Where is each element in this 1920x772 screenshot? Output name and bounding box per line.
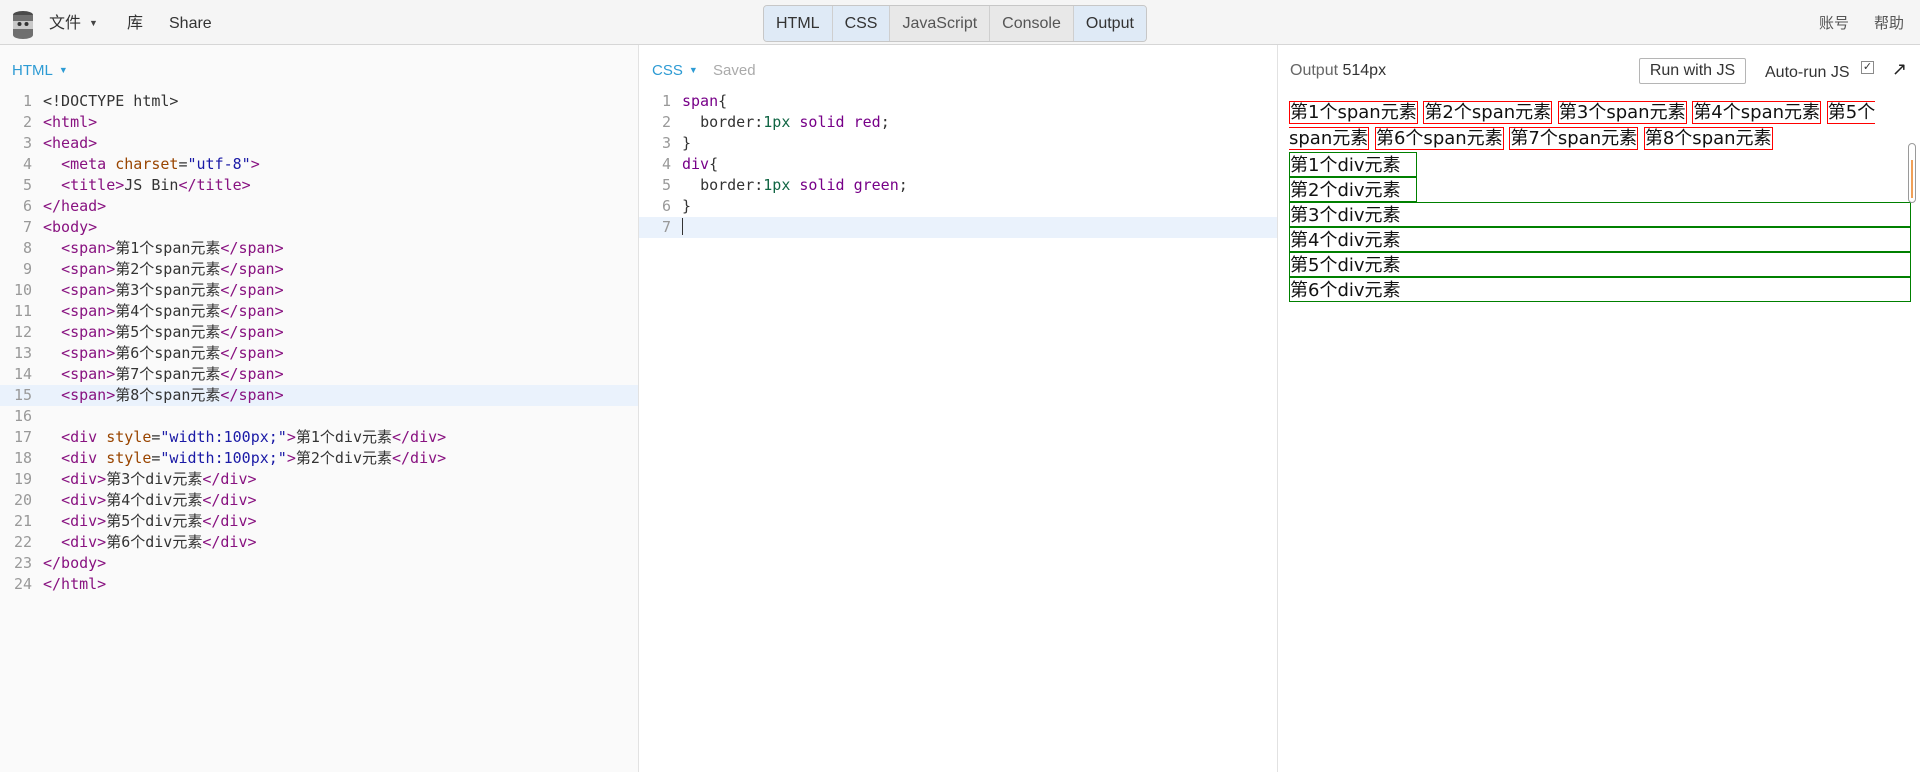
code-line: 4 div{	[661, 155, 719, 173]
autorun-checkbox[interactable]: ✓	[1861, 61, 1874, 74]
share-menu[interactable]: Share	[169, 0, 212, 45]
output-panel: Output 514px Run with JS Auto-run JS ✓ ↗…	[1278, 45, 1920, 772]
output-div: 第4个div元素	[1289, 227, 1911, 252]
html-panel-label[interactable]: HTML ▼	[12, 62, 68, 79]
output-frame: 第1个span元素 第2个span元素 第3个span元素 第4个span元素 …	[1289, 100, 1911, 772]
code-line: 3 <head>	[22, 134, 98, 152]
output-span: 第6个span元素	[1374, 127, 1504, 150]
jsbin-logo-icon[interactable]	[10, 9, 36, 39]
css-panel-label-text: CSS	[652, 62, 683, 79]
tab-css[interactable]: CSS	[832, 6, 891, 41]
code-line: 1 span{	[661, 92, 728, 110]
output-div: 第1个div元素	[1289, 152, 1417, 177]
code-line: 11 <span>第4个span元素</span>	[13, 302, 284, 320]
code-line: 18 <div style="width:100px;">第2个div元素</d…	[13, 449, 447, 467]
library-menu[interactable]: 库	[127, 0, 143, 45]
chevron-down-icon: ▼	[58, 65, 68, 75]
code-line: 7 <body>	[22, 218, 98, 236]
run-with-js-button[interactable]: Run with JS	[1639, 58, 1746, 84]
code-line: 17 <div style="width:100px;">第1个div元素</d…	[13, 428, 447, 446]
code-line: 2 <html>	[22, 113, 98, 131]
code-line: 6 </head>	[22, 197, 107, 215]
html-code-editor[interactable]: 1 <!DOCTYPE html> 2 <html> 3 <head> 4 <meta…	[0, 91, 638, 595]
html-editor-panel: HTML ▼ 1 <!DOCTYPE html> 2 <html> 3 <head> 4…	[0, 45, 639, 772]
code-line: 23 </body>	[13, 554, 107, 572]
code-line: 1 <!DOCTYPE html>	[22, 92, 179, 110]
code-line: 12 <span>第5个span元素</span>	[13, 323, 284, 341]
code-line: 16	[13, 407, 32, 425]
tab-console[interactable]: Console	[990, 6, 1074, 41]
code-line-active: 15 <span>第8个span元素</span>	[0, 385, 638, 406]
output-span: 第7个span元素	[1509, 127, 1639, 150]
output-div: 第2个div元素	[1289, 177, 1417, 202]
file-menu-label: 文件	[49, 15, 82, 32]
tab-javascript[interactable]: JavaScript	[890, 6, 991, 41]
code-line: 5 border:1px solid green;	[661, 176, 908, 194]
saved-status: Saved	[713, 62, 756, 79]
code-line: 22 <div>第6个div元素</div>	[13, 533, 257, 551]
code-line: 4 <meta charset="utf-8">	[22, 155, 260, 173]
tab-html[interactable]: HTML	[764, 6, 833, 41]
code-line: 14 <span>第7个span元素</span>	[13, 365, 284, 383]
output-div: 第5个div元素	[1289, 252, 1911, 277]
tab-output[interactable]: Output	[1073, 6, 1146, 41]
output-span: 第4个span元素	[1692, 101, 1822, 124]
html-panel-label-text: HTML	[12, 62, 53, 79]
code-line: 9 <span>第2个span元素</span>	[22, 260, 284, 278]
output-div: 第3个div元素	[1289, 202, 1911, 227]
output-div: 第6个div元素	[1289, 277, 1911, 302]
code-line: 19 <div>第3个div元素</div>	[13, 470, 257, 488]
code-line: 2 border:1px solid red;	[661, 113, 890, 131]
chevron-down-icon: ▼	[89, 18, 98, 28]
file-menu[interactable]: 文件 ▼	[49, 0, 98, 45]
output-span: 第2个span元素	[1423, 101, 1553, 124]
css-code-editor[interactable]: 1 span{ 2 border:1px solid red; 3} 4 div{ …	[639, 91, 1277, 238]
code-line: 10 <span>第3个span元素</span>	[13, 281, 284, 299]
code-line: 5 <title>JS Bin</title>	[22, 176, 251, 194]
toolbar: 文件 ▼ 库 Share HTML CSS JavaScript Console …	[0, 0, 1920, 45]
code-line: 24 </html>	[13, 575, 107, 593]
chevron-down-icon: ▼	[688, 65, 698, 75]
output-scrollbar[interactable]	[1908, 143, 1916, 203]
autorun-label: Auto-run JS	[1765, 64, 1850, 81]
text-cursor	[682, 218, 683, 235]
code-line: 3}	[661, 134, 692, 152]
code-line-active: 7	[639, 217, 1277, 238]
panel-tabs: HTML CSS JavaScript Console Output	[763, 5, 1147, 42]
output-span: 第3个span元素	[1557, 101, 1687, 124]
popout-icon[interactable]: ↗	[1892, 59, 1907, 80]
code-line: 20 <div>第4个div元素</div>	[13, 491, 257, 509]
output-width: 514px	[1342, 62, 1387, 79]
code-line: 8 <span>第1个span元素</span>	[22, 239, 284, 257]
code-line: 21 <div>第5个div元素</div>	[13, 512, 257, 530]
output-span: 第1个span元素	[1289, 101, 1418, 124]
css-panel-label[interactable]: CSS ▼	[652, 62, 698, 79]
code-line: 13 <span>第6个span元素</span>	[13, 344, 284, 362]
output-span: 第8个span元素	[1643, 127, 1773, 150]
code-line: 6}	[661, 197, 692, 215]
help-link[interactable]: 帮助	[1874, 0, 1904, 48]
output-title: Output 514px	[1290, 62, 1387, 79]
account-link[interactable]: 账号	[1819, 0, 1849, 48]
css-editor-panel: CSS ▼ Saved 1 span{ 2 border:1px solid red…	[639, 45, 1278, 772]
